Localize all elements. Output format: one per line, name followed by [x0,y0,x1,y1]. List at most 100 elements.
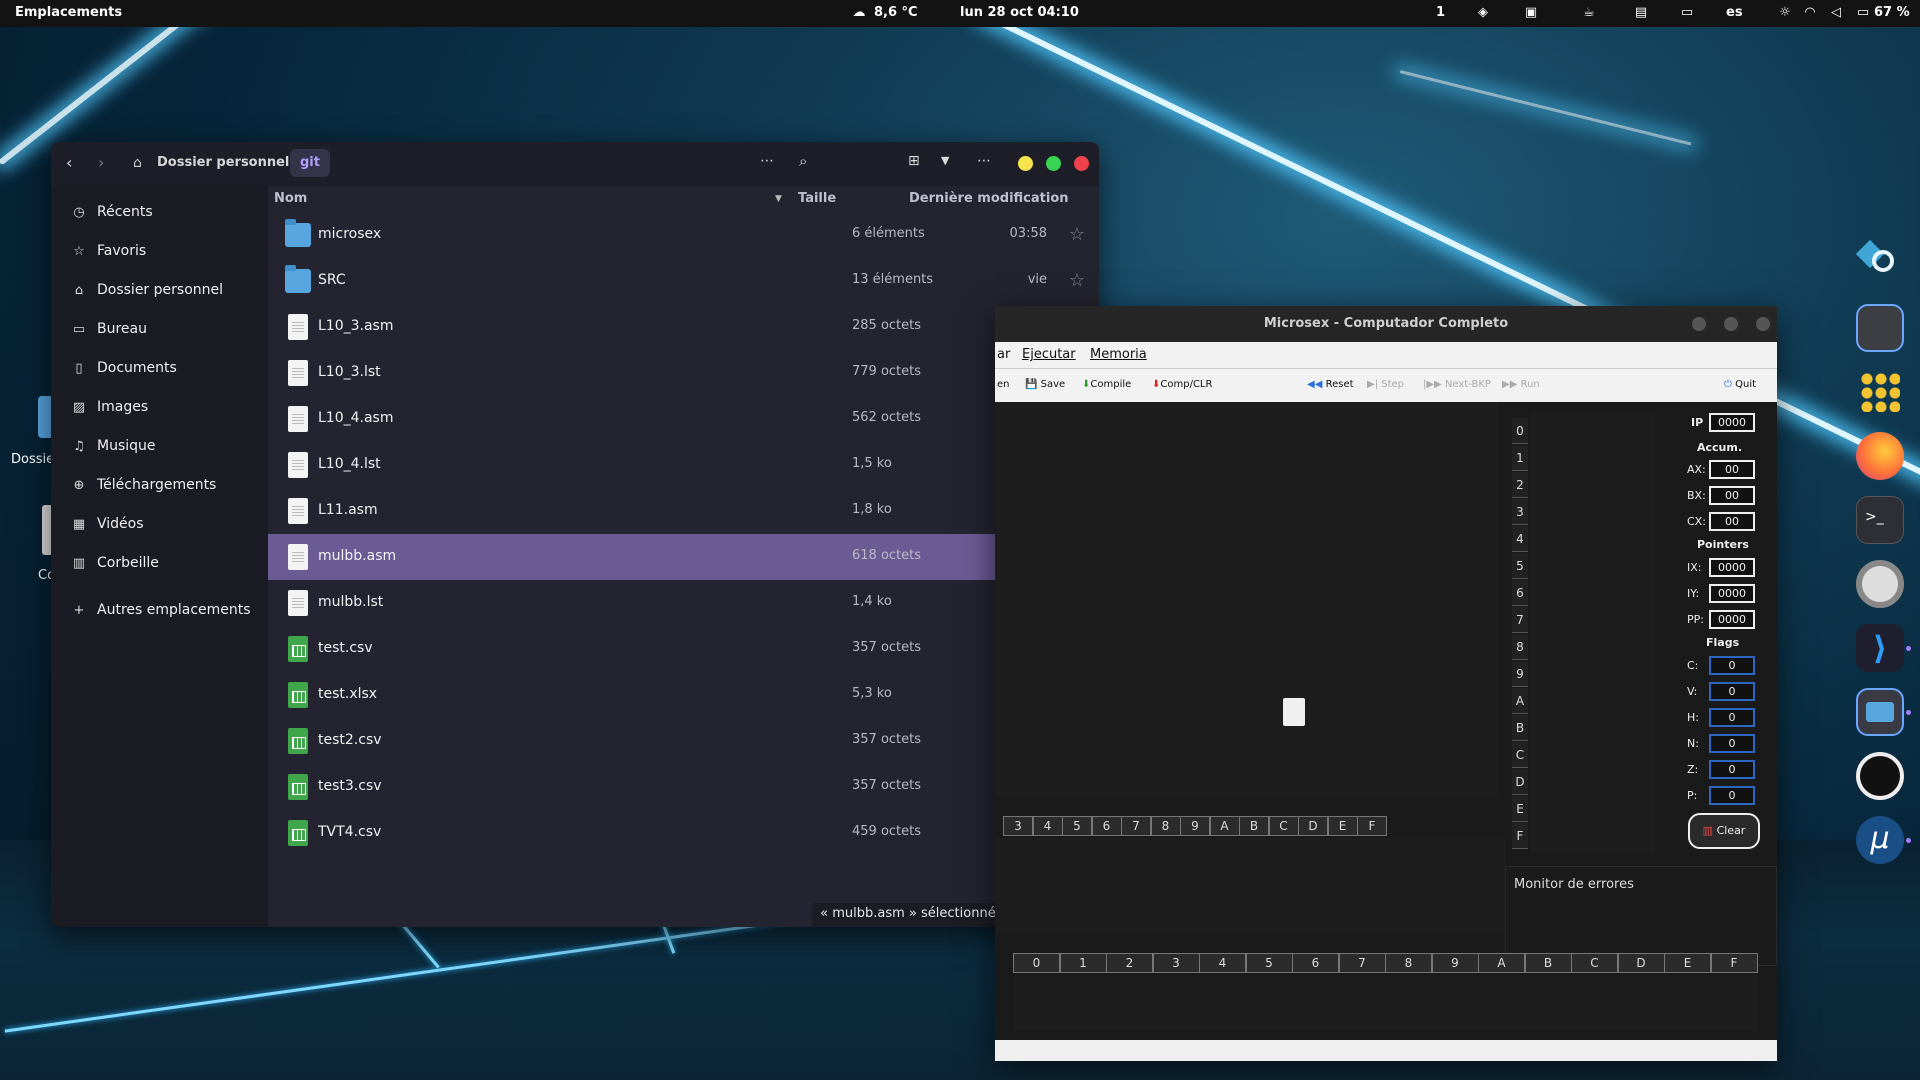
vscode-icon[interactable]: ⟩ [1856,624,1904,672]
quit-button[interactable]: ⏻ Quit [1724,379,1756,390]
maximize-button[interactable] [1724,317,1738,331]
file-row[interactable]: SRC 13 éléments vie ☆ [268,258,1099,304]
windows-icon[interactable]: ▣ [1524,6,1538,20]
search-app-icon[interactable] [1855,239,1904,288]
files-app-icon[interactable] [1856,688,1904,736]
column-header-modified[interactable]: Dernière modification [909,186,1069,212]
cx-field[interactable]: 00 [1709,512,1755,531]
minimize-button[interactable] [1018,156,1033,171]
sidebar-item-documents[interactable]: ▯ Documents [71,356,176,380]
grid-view-icon[interactable]: ⊞ [908,153,920,169]
save-button[interactable]: 💾 Save [1025,379,1065,390]
n-flag-field[interactable]: 0 [1709,734,1755,753]
firefox-icon[interactable] [1856,432,1904,480]
file-row[interactable]: L10_4.lst1,5 ko18 oct☆ [268,442,1099,488]
c-flag-label: C: [1687,659,1699,672]
breadcrumb-home[interactable]: Dossier personnel [157,155,289,170]
c-flag-field[interactable]: 0 [1709,656,1755,675]
z-flag-field[interactable]: 0 [1709,760,1755,779]
workspaces-icon[interactable] [1856,304,1904,352]
sidebar-item-images[interactable]: ▨ Images [71,395,148,419]
bx-field[interactable]: 00 [1709,486,1755,505]
sidebar-item-desktop[interactable]: ▭ Bureau [71,317,147,341]
sidebar-item-recents[interactable]: ◷ Récents [71,200,152,224]
file-row[interactable]: L11.asm1,8 ko18 oct☆ [268,488,1099,534]
column-header-name[interactable]: Nom [274,186,307,212]
maximize-button[interactable] [1046,156,1061,171]
workspace-indicator[interactable]: 1 [1436,5,1445,20]
sidebar-item-trash[interactable]: ▥ Corbeille [71,551,159,575]
file-row[interactable]: L10_3.lst779 octets17 oct☆ [268,350,1099,396]
pp-field[interactable]: 0000 [1709,610,1755,629]
p-flag-field[interactable]: 0 [1709,786,1755,805]
view-dropdown-icon[interactable]: ▼ [941,154,949,167]
compile-button[interactable]: ⬇Compile [1082,379,1131,390]
wifi-icon[interactable]: ◠ [1803,6,1817,20]
mu-editor-icon[interactable]: μ [1856,816,1904,864]
app-grid-icon[interactable] [1856,368,1904,416]
ix-field[interactable]: 0000 [1709,558,1755,577]
forward-arrow-icon[interactable]: › [98,153,104,172]
file-row[interactable]: L10_3.asm285 octets11 oct☆ [268,304,1099,350]
places-menu[interactable]: Emplacements [15,5,122,20]
compclr-button[interactable]: ⬇Comp/CLR [1152,379,1212,390]
sidebar-item-home[interactable]: ⌂ Dossier personnel [71,278,223,302]
file-row[interactable]: test2.csv357 octets18 oct☆ [268,718,1099,764]
settings-icon[interactable] [1856,560,1904,608]
coffee-icon[interactable]: ☕ [1582,6,1596,20]
next-bkp-button[interactable]: |▶▶ Next-BKP [1423,379,1491,390]
back-arrow-icon[interactable]: ‹ [66,153,72,172]
ax-field[interactable]: 00 [1709,460,1755,479]
v-flag-field[interactable]: 0 [1709,682,1755,701]
desktop-folder-icon[interactable] [38,396,52,438]
menu-item-ejecutar[interactable]: Ejecutar [1022,347,1076,362]
minimize-button[interactable] [1692,317,1706,331]
screen-icon[interactable]: ▭ [1680,6,1694,20]
close-button[interactable] [1756,317,1770,331]
clipboard-icon[interactable]: ▤ [1634,6,1648,20]
reset-button[interactable]: ◀◀ Reset [1307,379,1354,390]
breadcrumb-current[interactable]: git [290,149,330,177]
sidebar-item-music[interactable]: ♫ Musique [71,434,155,458]
brightness-icon[interactable]: ☼ [1778,6,1792,20]
memory-view [1531,414,1655,854]
file-row[interactable]: mulbb.asm618 octets18 oct☆ [268,534,1099,580]
star-icon[interactable]: ☆ [1069,270,1085,291]
step-button[interactable]: ▶| Step [1367,379,1404,390]
dropbox-icon[interactable]: ◈ [1476,6,1490,20]
file-row[interactable]: L10_4.asm562 octets17 oct☆ [268,396,1099,442]
search-icon[interactable]: ⌕ [799,152,807,170]
file-row[interactable]: test.xlsx5,3 ko18 oct☆ [268,672,1099,718]
sidebar-item-other-locations[interactable]: + Autres emplacements [71,598,251,622]
menu-item-partial[interactable]: ar [997,347,1010,362]
battery-icon[interactable]: ▭ [1856,6,1870,20]
file-row[interactable]: test3.csv357 octets18 oct☆ [268,764,1099,810]
clock[interactable]: lun 28 oct 04:10 [960,5,1079,20]
column-header-size[interactable]: Taille [798,186,836,212]
iy-field[interactable]: 0000 [1709,584,1755,603]
main-menu-icon[interactable]: ⋯ [977,153,991,169]
star-icon[interactable]: ☆ [1069,224,1085,245]
volume-icon[interactable]: ◁ [1829,6,1843,20]
ip-field[interactable]: 0000 [1709,413,1755,432]
sidebar-item-downloads[interactable]: ⊕ Téléchargements [71,473,217,497]
clear-button[interactable]: ▥ Clear [1688,813,1760,849]
path-menu-icon[interactable]: ⋯ [760,153,774,169]
file-row[interactable]: mulbb.lst1,4 ko18 oct☆ [268,580,1099,626]
sort-arrow-icon[interactable]: ▼ [775,194,782,204]
weather-label[interactable]: 8,6 °C [874,5,918,20]
close-button[interactable] [1074,156,1089,171]
menu-item-memoria[interactable]: Memoria [1090,347,1147,362]
keyboard-layout[interactable]: es [1726,5,1743,20]
sidebar-item-videos[interactable]: ▦ Vidéos [71,512,144,536]
sidebar-item-favorites[interactable]: ☆ Favoris [71,239,146,263]
open-button[interactable]: en [997,379,1010,390]
run-button[interactable]: ▶▶ Run [1502,379,1540,390]
file-row[interactable]: test.csv357 octets18 oct☆ [268,626,1099,672]
terminal-icon[interactable]: >_ [1856,496,1904,544]
file-row[interactable]: TVT4.csv459 octets18 oct☆ [268,810,1099,856]
h-flag-field[interactable]: 0 [1709,708,1755,727]
obs-icon[interactable] [1856,752,1904,800]
file-row[interactable]: microsex 6 éléments 03:58 ☆ [268,212,1099,258]
code-editor[interactable] [995,402,1498,798]
